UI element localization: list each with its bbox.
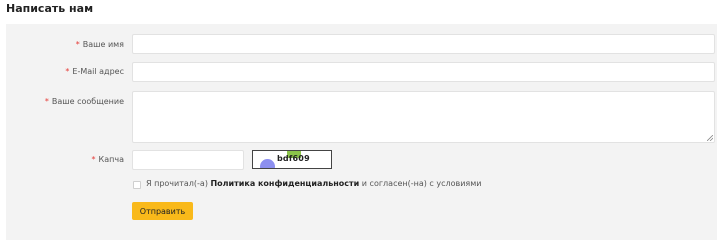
message-label: * Ваше сообщение <box>44 97 124 106</box>
email-input[interactable] <box>132 62 715 82</box>
required-mark: * <box>65 67 70 76</box>
required-mark: * <box>44 97 49 106</box>
submit-button[interactable]: Отправить <box>132 202 193 220</box>
name-label: * Ваше имя <box>75 40 124 49</box>
consent-text: Я прочитал(-а) Политика конфиденциальнос… <box>146 179 482 188</box>
privacy-policy-link[interactable]: Политика конфиденциальности <box>210 179 359 188</box>
captcha-image: bdf609 <box>252 150 332 169</box>
captcha-noise-shape <box>260 159 275 168</box>
required-mark: * <box>75 40 80 49</box>
email-label: * E-Mail адрес <box>65 67 124 76</box>
captcha-text: bdf609 <box>277 154 310 163</box>
consent-checkbox[interactable] <box>133 181 141 189</box>
name-input[interactable] <box>132 34 715 54</box>
captcha-label: * Капча <box>91 155 124 164</box>
message-textarea[interactable] <box>132 91 715 143</box>
captcha-input[interactable] <box>132 150 244 170</box>
message-textarea-wrap <box>132 91 715 143</box>
required-mark: * <box>91 155 96 164</box>
resize-handle-icon[interactable] <box>707 135 713 141</box>
contact-form-panel: * Ваше имя * E-Mail адрес * Ваше сообщение … <box>6 24 717 240</box>
form-title: Написать нам <box>6 2 94 15</box>
